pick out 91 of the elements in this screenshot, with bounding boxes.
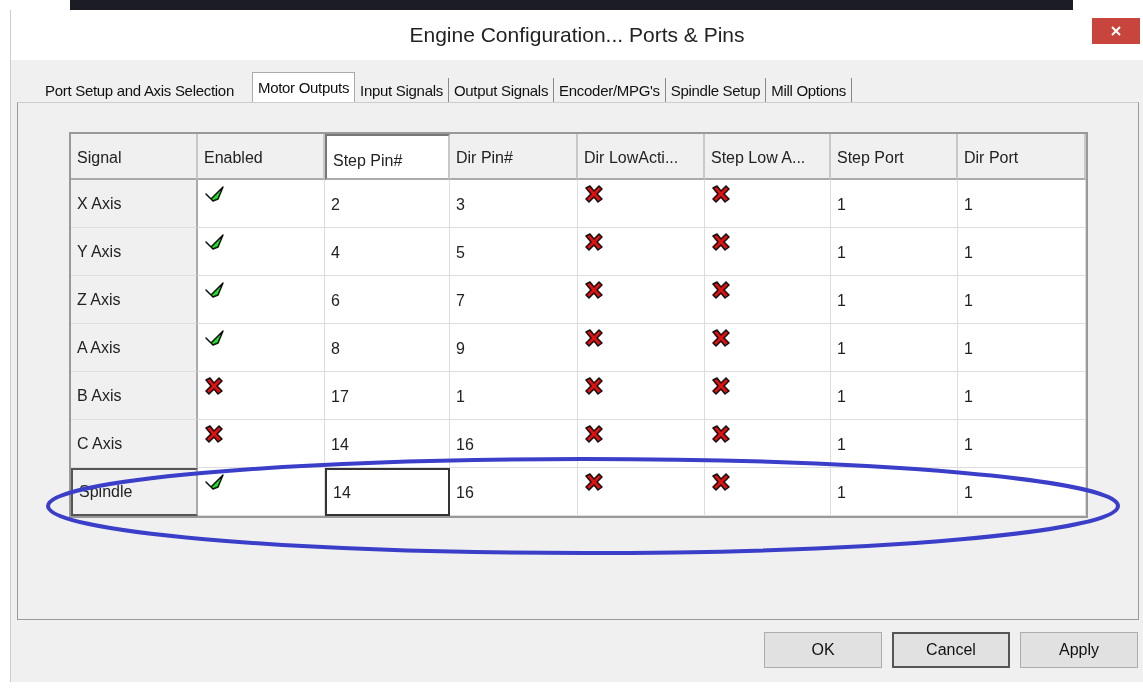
column-header[interactable]: Step Port	[831, 134, 958, 180]
table-cell[interactable]: 14	[325, 420, 450, 468]
table-cell[interactable]	[578, 324, 705, 372]
row-header[interactable]: A Axis	[71, 324, 198, 372]
check-icon	[204, 233, 226, 251]
column-header[interactable]: Signal	[71, 134, 198, 180]
table-cell[interactable]: 1	[958, 372, 1086, 420]
tab[interactable]: Motor Outputs	[251, 72, 356, 102]
table-cell[interactable]: 1	[450, 372, 578, 420]
table-cell[interactable]: 7	[450, 276, 578, 324]
table-cell[interactable]: 1	[958, 228, 1086, 276]
table-cell[interactable]	[705, 324, 831, 372]
column-header[interactable]: Step Low A...	[705, 134, 831, 180]
row-header[interactable]: Z Axis	[71, 276, 198, 324]
dialog-button[interactable]: Apply	[1020, 632, 1138, 668]
cross-icon	[204, 425, 224, 443]
table-cell[interactable]: 14	[325, 468, 450, 516]
cross-icon	[584, 473, 604, 491]
column-header[interactable]: Dir LowActi...	[578, 134, 705, 180]
row-header[interactable]: B Axis	[71, 372, 198, 420]
column-header[interactable]: Dir Port	[958, 134, 1086, 180]
table-cell[interactable]	[198, 324, 325, 372]
cross-icon	[711, 281, 731, 299]
column-header[interactable]: Enabled	[198, 134, 325, 180]
table-cell[interactable]	[198, 468, 325, 516]
table-cell[interactable]: 9	[450, 324, 578, 372]
table-cell[interactable]	[705, 420, 831, 468]
cross-icon	[711, 185, 731, 203]
cross-icon	[584, 425, 604, 443]
table-cell[interactable]	[198, 420, 325, 468]
table-cell[interactable]: 1	[958, 276, 1086, 324]
cross-icon	[711, 377, 731, 395]
row-header[interactable]: Y Axis	[71, 228, 198, 276]
table-cell[interactable]	[578, 420, 705, 468]
table-cell[interactable]	[198, 228, 325, 276]
column-header[interactable]: Step Pin#	[325, 134, 450, 180]
cross-icon	[711, 473, 731, 491]
check-icon	[204, 281, 226, 299]
dialog-button[interactable]: Cancel	[892, 632, 1010, 668]
table-cell[interactable]: 16	[450, 420, 578, 468]
table-cell[interactable]: 3	[450, 180, 578, 228]
table-cell[interactable]	[198, 180, 325, 228]
row-header[interactable]: X Axis	[71, 180, 198, 228]
table-cell[interactable]	[705, 180, 831, 228]
table-cell[interactable]: 1	[831, 420, 958, 468]
table-cell[interactable]: 1	[831, 276, 958, 324]
table-cell[interactable]: 1	[831, 372, 958, 420]
cross-icon	[584, 233, 604, 251]
table-cell[interactable]	[198, 372, 325, 420]
table-cell[interactable]: 1	[958, 180, 1086, 228]
check-icon	[204, 185, 226, 203]
cross-icon	[711, 233, 731, 251]
table-cell[interactable]: 1	[831, 468, 958, 516]
table-cell[interactable]: 6	[325, 276, 450, 324]
table-cell[interactable]	[578, 468, 705, 516]
cross-icon	[584, 377, 604, 395]
table-cell[interactable]: 1	[831, 228, 958, 276]
cross-icon	[584, 185, 604, 203]
table-cell[interactable]	[578, 180, 705, 228]
dialog-button[interactable]: OK	[764, 632, 882, 668]
check-icon	[204, 329, 226, 347]
cross-icon	[204, 377, 224, 395]
table-cell[interactable]	[705, 276, 831, 324]
table-cell[interactable]: 1	[958, 420, 1086, 468]
table-cell[interactable]	[705, 468, 831, 516]
table-cell[interactable]: 5	[450, 228, 578, 276]
close-button[interactable]	[1092, 18, 1140, 44]
table-cell[interactable]: 17	[325, 372, 450, 420]
cross-icon	[711, 425, 731, 443]
cross-icon	[711, 329, 731, 347]
table-cell[interactable]	[705, 372, 831, 420]
window-title: Engine Configuration... Ports & Pins	[409, 23, 745, 47]
cross-icon	[584, 329, 604, 347]
table-cell[interactable]	[198, 276, 325, 324]
check-icon	[204, 473, 226, 491]
table-cell[interactable]	[578, 228, 705, 276]
table-cell[interactable]	[578, 372, 705, 420]
table-cell[interactable]: 1	[958, 468, 1086, 516]
table-cell[interactable]: 4	[325, 228, 450, 276]
table-cell[interactable]	[578, 276, 705, 324]
table-cell[interactable]: 16	[450, 468, 578, 516]
table-cell[interactable]: 1	[831, 180, 958, 228]
table-cell[interactable]: 8	[325, 324, 450, 372]
row-header[interactable]: C Axis	[71, 420, 198, 468]
table-cell[interactable]	[705, 228, 831, 276]
close-icon	[1110, 25, 1122, 37]
table-cell[interactable]: 1	[958, 324, 1086, 372]
cross-icon	[584, 281, 604, 299]
column-header[interactable]: Dir Pin#	[450, 134, 578, 180]
table-cell[interactable]: 2	[325, 180, 450, 228]
table-cell[interactable]: 1	[831, 324, 958, 372]
